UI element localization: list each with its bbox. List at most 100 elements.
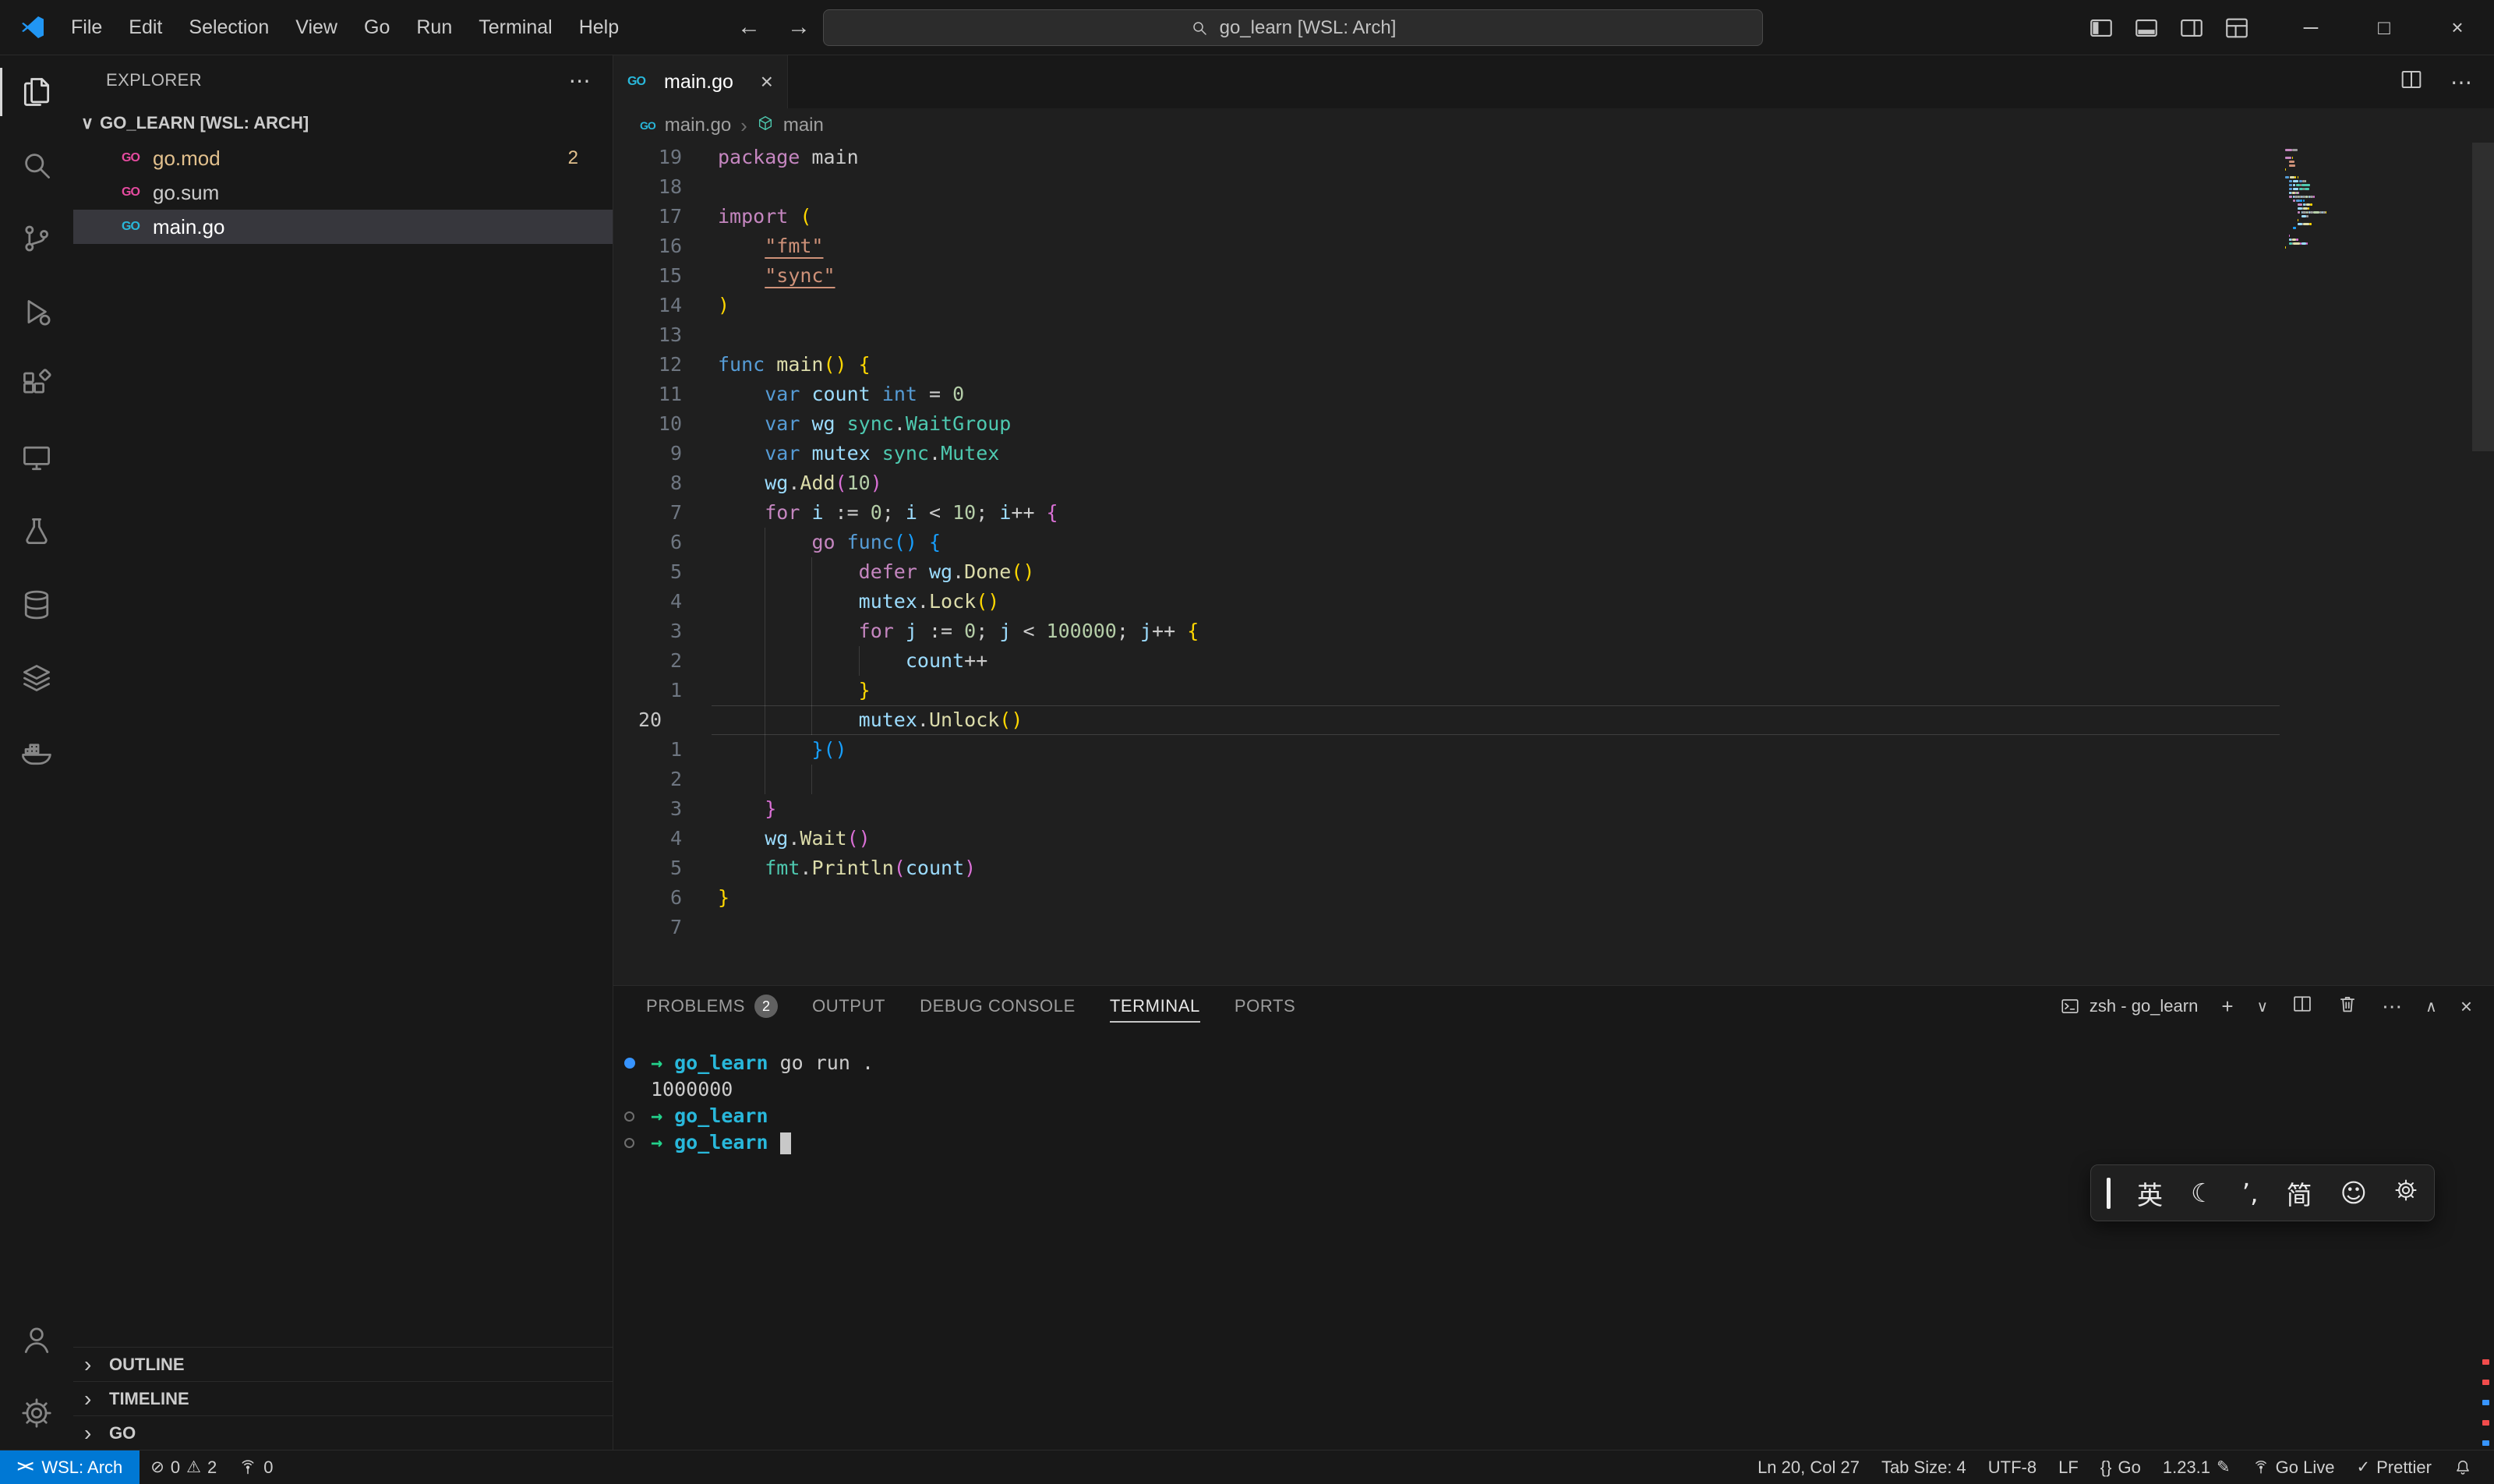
notifications-bell[interactable] — [2443, 1450, 2483, 1484]
menu-run[interactable]: Run — [403, 7, 465, 48]
docker-icon[interactable] — [0, 715, 73, 788]
language-mode[interactable]: {} Go — [2090, 1450, 2152, 1484]
ime-item-0[interactable]: 英 — [2137, 1175, 2163, 1212]
command-center[interactable]: go_learn [WSL: Arch] — [823, 9, 1763, 46]
section-go[interactable]: ›GO — [73, 1415, 613, 1450]
code-line[interactable]: 6} — [613, 883, 2494, 913]
editor-more-icon[interactable]: ⋯ — [2450, 69, 2472, 95]
tab-main-go[interactable]: GO main.go × — [613, 55, 788, 108]
ime-item-1[interactable]: ☾ — [2191, 1178, 2214, 1208]
indentation[interactable]: Tab Size: 4 — [1870, 1450, 1977, 1484]
file-go.sum[interactable]: GOgo.sum — [73, 175, 613, 210]
back-icon[interactable]: ← — [737, 14, 761, 41]
layers-icon[interactable] — [0, 641, 73, 715]
minimize-icon[interactable]: ─ — [2274, 0, 2347, 55]
customize-layout-icon[interactable] — [2220, 11, 2254, 45]
ime-settings-gear-icon[interactable] — [2393, 1178, 2418, 1209]
editor-scrollbar[interactable] — [2472, 143, 2494, 451]
split-terminal-icon[interactable] — [2291, 993, 2313, 1020]
ime-item-2[interactable]: ’, — [2242, 1178, 2259, 1208]
panel-tab-debug-console[interactable]: DEBUG CONSOLE — [903, 986, 1093, 1026]
remote-indicator[interactable]: >< WSL: Arch — [0, 1450, 140, 1484]
code-line[interactable]: 17import ( — [613, 202, 2494, 231]
menu-terminal[interactable]: Terminal — [465, 7, 565, 48]
database-icon[interactable] — [0, 568, 73, 641]
forward-icon[interactable]: → — [787, 14, 811, 41]
code-line[interactable]: 12func main() { — [613, 350, 2494, 380]
breadcrumb-symbol[interactable]: main — [783, 115, 824, 136]
search-sidebar-icon[interactable] — [0, 129, 73, 202]
ports-status[interactable]: 0 — [228, 1450, 284, 1484]
toggle-panel-icon[interactable] — [2129, 11, 2164, 45]
explorer-more-icon[interactable]: ⋯ — [569, 68, 591, 94]
tab-close-icon[interactable]: × — [761, 69, 773, 94]
section-timeline[interactable]: ›TIMELINE — [73, 1381, 613, 1415]
code-line[interactable]: 2 — [613, 765, 2494, 794]
go-version[interactable]: 1.23.1 ✎ — [2152, 1450, 2241, 1484]
ime-item-3[interactable]: 简 — [2287, 1175, 2312, 1212]
maximize-icon[interactable]: □ — [2347, 0, 2421, 55]
menu-help[interactable]: Help — [566, 7, 632, 48]
cursor-position[interactable]: Ln 20, Col 27 — [1747, 1450, 1870, 1484]
code-line[interactable]: 7 for i := 0; i < 10; i++ { — [613, 498, 2494, 528]
code-line[interactable]: 6 go func() { — [613, 528, 2494, 557]
panel-tab-ports[interactable]: PORTS — [1217, 986, 1312, 1026]
code-line[interactable]: 4 wg.Wait() — [613, 824, 2494, 853]
minimap[interactable] — [2285, 149, 2369, 254]
split-editor-icon[interactable] — [2399, 67, 2424, 97]
section-outline[interactable]: ›OUTLINE — [73, 1347, 613, 1381]
remote-explorer-icon[interactable] — [0, 422, 73, 495]
kill-terminal-icon[interactable] — [2337, 993, 2358, 1020]
eol-sequence[interactable]: LF — [2047, 1450, 2090, 1484]
close-window-icon[interactable]: × — [2421, 0, 2494, 55]
go-live[interactable]: Go Live — [2241, 1450, 2346, 1484]
code-line[interactable]: 1 }() — [613, 735, 2494, 765]
terminal-output[interactable]: → go_learn go run .1000000→ go_learn→ go… — [613, 1026, 2494, 1156]
panel-tab-problems[interactable]: PROBLEMS2 — [629, 986, 795, 1026]
terminal-dropdown-icon[interactable]: ∨ — [2257, 997, 2269, 1016]
close-panel-icon[interactable]: × — [2460, 995, 2472, 1019]
problems-status[interactable]: ⊘ 0 ⚠ 2 — [140, 1450, 228, 1484]
code-line[interactable]: 16 "fmt" — [613, 231, 2494, 261]
explorer-icon[interactable] — [0, 55, 73, 129]
code-line[interactable]: 9 var mutex sync.Mutex — [613, 439, 2494, 468]
code-line[interactable]: 7 — [613, 913, 2494, 942]
code-editor[interactable]: 19package main1817import (16 "fmt"15 "sy… — [613, 143, 2494, 985]
code-line[interactable]: 20 mutex.Unlock() — [613, 705, 2494, 735]
terminal-instance[interactable]: zsh - go_learn — [2060, 996, 2198, 1016]
code-line[interactable]: 3 } — [613, 794, 2494, 824]
code-line[interactable]: 11 var count int = 0 — [613, 380, 2494, 409]
code-line[interactable]: 18 — [613, 172, 2494, 202]
file-main.go[interactable]: GOmain.go — [73, 210, 613, 244]
code-line[interactable]: 8 wg.Add(10) — [613, 468, 2494, 498]
toggle-secondary-sidebar-icon[interactable] — [2174, 11, 2209, 45]
panel-tab-terminal[interactable]: TERMINAL — [1093, 986, 1217, 1026]
extensions-icon[interactable] — [0, 348, 73, 422]
maximize-panel-icon[interactable]: ∧ — [2425, 997, 2437, 1016]
code-line[interactable]: 1 } — [613, 676, 2494, 705]
run-and-debug-icon[interactable] — [0, 275, 73, 348]
new-terminal-icon[interactable]: + — [2221, 995, 2233, 1019]
panel-more-icon[interactable]: ⋯ — [2382, 995, 2402, 1019]
ime-item-4[interactable]: ☺ — [2340, 1178, 2367, 1208]
code-line[interactable]: 19package main — [613, 143, 2494, 172]
menu-selection[interactable]: Selection — [175, 7, 282, 48]
menu-view[interactable]: View — [282, 7, 351, 48]
code-line[interactable]: 3 for j := 0; j < 100000; j++ { — [613, 617, 2494, 646]
root-folder-row[interactable]: ∨ GO_LEARN [WSL: ARCH] — [73, 105, 613, 141]
menu-file[interactable]: File — [58, 7, 115, 48]
accounts-icon[interactable] — [0, 1303, 73, 1376]
code-line[interactable]: 5 defer wg.Done() — [613, 557, 2494, 587]
code-line[interactable]: 10 var wg sync.WaitGroup — [613, 409, 2494, 439]
encoding[interactable]: UTF-8 — [1977, 1450, 2047, 1484]
testing-icon[interactable] — [0, 495, 73, 568]
code-line[interactable]: 15 "sync" — [613, 261, 2494, 291]
code-line[interactable]: 4 mutex.Lock() — [613, 587, 2494, 617]
source-control-icon[interactable] — [0, 202, 73, 275]
code-line[interactable]: 2 count++ — [613, 646, 2494, 676]
panel-tab-output[interactable]: OUTPUT — [795, 986, 903, 1026]
code-line[interactable]: 5 fmt.Println(count) — [613, 853, 2494, 883]
toggle-sidebar-icon[interactable] — [2084, 11, 2118, 45]
code-line[interactable]: 13 — [613, 320, 2494, 350]
prettier-status[interactable]: ✓ Prettier — [2345, 1450, 2443, 1484]
